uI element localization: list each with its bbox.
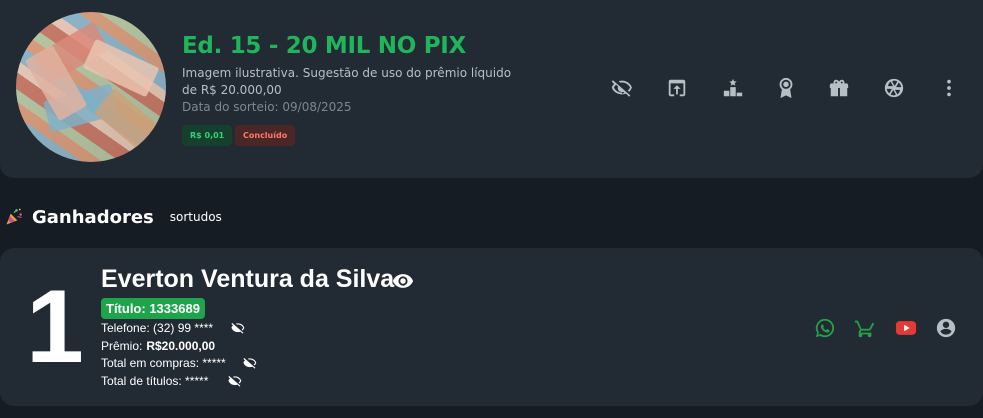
eye-icon[interactable]	[392, 270, 414, 292]
raffle-title: Ed. 15 - 20 MIL NO PIX	[182, 33, 466, 59]
price-badge: R$ 0,01	[182, 125, 233, 146]
winner-rank: 1	[26, 269, 84, 385]
youtube-icon[interactable]	[895, 317, 917, 339]
prize-label: Prêmio:	[101, 339, 143, 353]
open-in-new-icon	[668, 79, 686, 97]
more-vertical-icon	[947, 79, 951, 97]
total-tickets: Total de títulos: *****	[101, 374, 209, 388]
section-title: Ganhadores	[32, 206, 154, 228]
eye-off-icon[interactable]	[243, 356, 257, 370]
award-button[interactable]	[772, 74, 800, 102]
status-badge: Concluído	[235, 125, 296, 146]
total-purchases: Total em compras: *****	[101, 356, 226, 370]
ranking-button[interactable]	[719, 74, 747, 102]
winner-card: 1 Everton Ventura da Silva Título: 13336…	[0, 248, 983, 406]
user-profile-icon[interactable]	[935, 317, 957, 339]
hide-button[interactable]	[608, 74, 636, 102]
winners-section-header: Ganhadores sortudos	[4, 204, 222, 230]
raffle-card: Ed. 15 - 20 MIL NO PIX Imagem ilustrativ…	[0, 0, 983, 178]
party-popper-icon	[6, 208, 22, 225]
prize-value: R$20.000,00	[146, 339, 216, 353]
prizes-button[interactable]	[825, 74, 853, 102]
ticket-badge: Título: 1333689	[101, 298, 205, 319]
cart-icon[interactable]	[854, 317, 876, 339]
aperture-icon	[884, 78, 904, 98]
award-icon	[779, 77, 793, 99]
winner-phone: Telefone: (32) 99 ****	[101, 321, 214, 335]
raffle-description: Imagem ilustrativa. Sugestão de uso do p…	[182, 66, 512, 97]
draw-date: Data do sorteio: 09/08/2025	[182, 100, 352, 114]
eye-off-icon	[611, 80, 632, 97]
raffle-image	[16, 12, 166, 162]
winner-name: Everton Ventura da Silva	[101, 265, 395, 293]
eye-off-icon[interactable]	[231, 321, 245, 335]
open-button[interactable]	[663, 74, 691, 102]
section-subtitle: sortudos	[169, 210, 222, 224]
spin-button[interactable]	[880, 74, 908, 102]
podium-icon	[723, 78, 743, 97]
more-button[interactable]	[935, 74, 963, 102]
winner-prize: Prêmio: R$20.000,00	[101, 338, 215, 354]
gift-icon	[829, 79, 849, 97]
whatsapp-icon[interactable]	[814, 317, 836, 339]
eye-off-icon[interactable]	[228, 374, 242, 388]
